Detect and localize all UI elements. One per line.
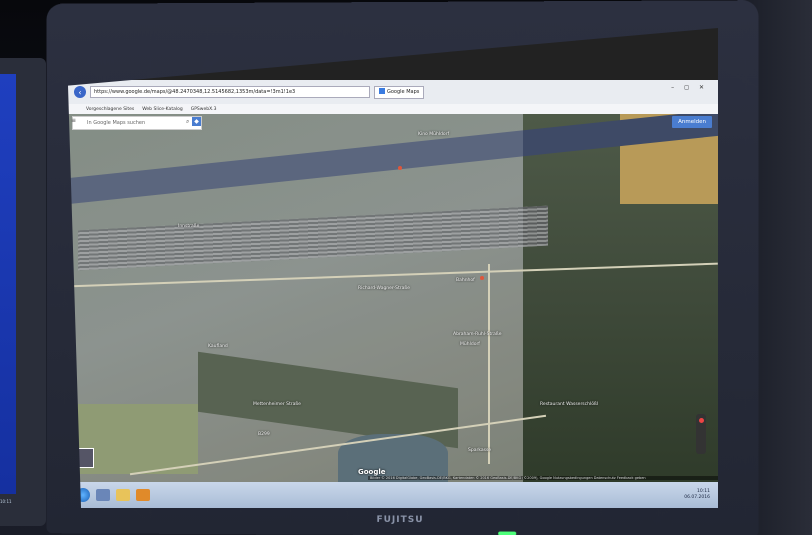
browser-address-bar: ‹ https://www.google.de/maps/@48.2470348…	[68, 80, 718, 104]
favorite-item[interactable]: Vorgeschlagene Sites	[86, 107, 134, 112]
folder-icon[interactable]	[116, 489, 130, 501]
map-pin[interactable]	[398, 166, 402, 170]
map-road	[488, 264, 490, 464]
windows-taskbar: 10:11 06.07.2016	[68, 482, 718, 508]
internet-explorer-icon[interactable]	[96, 489, 110, 501]
left-monitor-clock: 10:11	[0, 499, 12, 504]
map-attribution: Bilder © 2016 DigitalGlobe, GeoBasis-DE/…	[368, 476, 718, 480]
google-logo: Google	[358, 468, 386, 476]
directions-icon[interactable]: ◆	[192, 117, 201, 126]
favorite-item[interactable]: Web Slice-Katalog	[142, 107, 182, 112]
left-monitor-screen	[0, 74, 16, 494]
map-label: Innstraße	[178, 224, 200, 229]
favorites-bar: Vorgeschlagene Sites Web Slice-Katalog G…	[68, 104, 718, 114]
map-label: Kino Mühldorf	[418, 132, 450, 137]
map-label: Richard-Wagner-Straße	[358, 286, 410, 291]
url-field[interactable]: https://www.google.de/maps/@48.2470348,1…	[90, 86, 370, 98]
map-label: Sparkasse	[468, 448, 492, 453]
search-icon[interactable]: ⌕	[186, 118, 704, 126]
map-pin[interactable]	[480, 276, 484, 280]
media-player-icon[interactable]	[136, 489, 150, 501]
monitor-brand-logo: FUJITSU	[376, 514, 424, 526]
monitor-screen: ‹ https://www.google.de/maps/@48.2470348…	[68, 28, 718, 508]
map-label: Kaufland	[208, 344, 228, 349]
system-clock[interactable]: 10:11 06.07.2016	[684, 489, 710, 501]
map-label: B299	[258, 432, 270, 437]
map-label: Mettenheimer Straße	[253, 402, 301, 407]
photo-scene: 10:11 FUJITSU ‹ https://www.google.de/ma…	[0, 0, 812, 535]
satellite-map[interactable]: In Google Maps suchen ≡ ⌕ ◆ Anmelden Kin…	[68, 114, 718, 482]
menu-icon[interactable]: ≡	[71, 117, 76, 124]
map-label: Abraham-Ruhl-Straße	[453, 332, 502, 337]
map-label: Restaurant Wasserschlößl	[540, 402, 599, 407]
signin-button[interactable]: Anmelden	[672, 116, 712, 128]
favorite-item[interactable]: GPSwebX.3	[191, 107, 217, 112]
window-controls[interactable]: – ◻ ✕	[671, 84, 708, 91]
map-label: Bahnhof	[456, 278, 475, 283]
google-maps-tab-icon	[379, 88, 385, 94]
clock-date: 06.07.2016	[684, 495, 710, 500]
power-led	[498, 531, 517, 535]
tab-google-maps[interactable]: Google Maps	[374, 85, 425, 99]
map-label: Mühldorf	[460, 342, 480, 347]
back-button[interactable]: ‹	[74, 86, 86, 98]
pegman-icon[interactable]	[699, 418, 704, 423]
search-input[interactable]: In Google Maps suchen	[72, 116, 202, 130]
left-monitor: 10:11	[0, 58, 46, 526]
tab-title: Google Maps	[387, 88, 420, 95]
